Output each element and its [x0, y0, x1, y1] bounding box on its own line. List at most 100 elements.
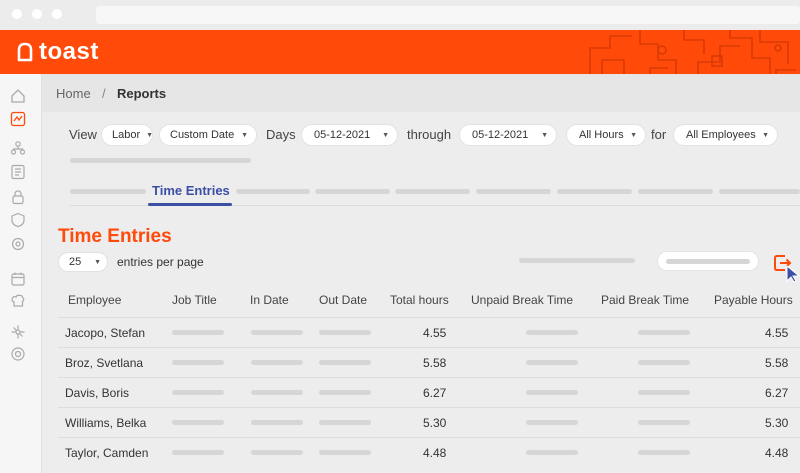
window-dot[interactable] [32, 9, 42, 19]
browser-chrome [0, 0, 800, 30]
breadcrumb: Home / Reports [42, 74, 800, 112]
tab-placeholder[interactable] [395, 189, 470, 194]
window-dot[interactable] [52, 9, 62, 19]
brand-name: toast [39, 38, 99, 65]
payable-hours: 4.48 [765, 446, 789, 460]
out-date-placeholder [319, 360, 371, 365]
job-title-placeholder [172, 360, 224, 365]
employee-name: Broz, Svetlana [65, 356, 144, 370]
tab-placeholder[interactable] [70, 189, 146, 194]
tab-placeholder[interactable] [315, 189, 390, 194]
payable-hours: 4.55 [765, 326, 789, 340]
end-date-select[interactable]: 05-12-2021 ▼ [459, 124, 557, 146]
tab-placeholder[interactable] [236, 189, 310, 194]
payable-hours: 5.30 [765, 416, 789, 430]
table-row[interactable]: Jacopo, Stefan 4.55 4.55 [58, 317, 800, 347]
column-header-payable-hours[interactable]: Payable Hours [714, 293, 793, 307]
column-header-total-hours[interactable]: Total hours [390, 293, 449, 307]
placeholder-bar [70, 158, 251, 163]
date-range-value: Custom Date [170, 129, 235, 141]
search-placeholder [666, 259, 750, 264]
for-label: for [651, 127, 667, 142]
employee-name: Jacopo, Stefan [65, 326, 146, 340]
unpaid-break-placeholder [526, 450, 578, 455]
employee-name: Davis, Boris [65, 386, 130, 400]
app-header: toast [0, 30, 800, 74]
employees-select[interactable]: All Employees ▼ [673, 124, 778, 146]
chef-icon[interactable] [10, 293, 26, 309]
paid-break-placeholder [638, 330, 690, 335]
payable-hours: 6.27 [765, 386, 789, 400]
breadcrumb-separator: / [102, 86, 106, 101]
in-date-placeholder [251, 330, 303, 335]
per-page-label: entries per page [117, 255, 204, 269]
total-hours: 5.30 [423, 416, 447, 430]
address-bar[interactable] [96, 6, 800, 24]
menu-icon[interactable] [10, 164, 26, 180]
column-header-job-title[interactable]: Job Title [172, 293, 217, 307]
calendar-icon[interactable] [10, 271, 26, 287]
unpaid-break-placeholder [526, 330, 578, 335]
out-date-placeholder [319, 450, 371, 455]
column-header-employee[interactable]: Employee [68, 293, 121, 307]
table-row[interactable]: Williams, Belka 5.30 5.30 [58, 407, 800, 437]
unpaid-break-placeholder [526, 420, 578, 425]
employee-name: Williams, Belka [65, 416, 147, 430]
payable-hours: 5.58 [765, 356, 789, 370]
view-select-value: Labor [112, 129, 141, 141]
home-icon[interactable] [10, 88, 26, 104]
job-title-placeholder [172, 330, 224, 335]
table-row[interactable]: Broz, Svetlana 5.58 5.58 [58, 347, 800, 377]
org-icon[interactable] [10, 140, 26, 156]
tab-placeholder[interactable] [557, 189, 632, 194]
reports-icon[interactable] [10, 111, 26, 127]
in-date-placeholder [251, 420, 303, 425]
search-input[interactable] [657, 251, 759, 271]
chevron-down-icon: ▼ [762, 131, 769, 139]
window-dot[interactable] [12, 9, 22, 19]
view-select[interactable]: Labor ▼ [101, 124, 153, 146]
start-date-select[interactable]: 05-12-2021 ▼ [301, 124, 398, 146]
per-page-select[interactable]: 25 ▼ [58, 252, 108, 272]
tab-placeholder[interactable] [476, 189, 551, 194]
tab-time-entries[interactable]: Time Entries [152, 183, 230, 198]
date-range-select[interactable]: Custom Date ▼ [159, 124, 257, 146]
total-hours: 4.55 [423, 326, 447, 340]
hours-select[interactable]: All Hours ▼ [566, 124, 646, 146]
support-icon[interactable] [10, 346, 26, 362]
column-header-out-date[interactable]: Out Date [319, 293, 367, 307]
column-header-in-date[interactable]: In Date [250, 293, 289, 307]
paid-break-placeholder [638, 450, 690, 455]
sidebar [0, 74, 42, 473]
tab-placeholder[interactable] [638, 189, 713, 194]
job-title-placeholder [172, 420, 224, 425]
out-date-placeholder [319, 390, 371, 395]
settings-icon[interactable] [10, 236, 26, 252]
network-icon[interactable] [10, 324, 26, 340]
toast-logo-icon [17, 42, 33, 62]
chevron-down-icon: ▼ [541, 131, 548, 139]
table-row[interactable]: Davis, Boris 6.27 6.27 [58, 377, 800, 407]
toast-logo[interactable]: toast [14, 37, 99, 67]
placeholder-bar [519, 258, 635, 263]
view-label: View [69, 127, 97, 142]
active-tab-indicator [148, 203, 232, 206]
breadcrumb-home[interactable]: Home [56, 86, 91, 101]
tab-placeholder[interactable] [719, 189, 800, 194]
column-header-unpaid-break[interactable]: Unpaid Break Time [471, 293, 573, 307]
table-row[interactable]: Taylor, Camden 4.48 4.48 [58, 437, 800, 467]
job-title-placeholder [172, 390, 224, 395]
lock-icon[interactable] [10, 189, 26, 205]
breadcrumb-current: Reports [117, 86, 167, 101]
end-date-value: 05-12-2021 [472, 129, 529, 141]
column-header-paid-break[interactable]: Paid Break Time [601, 293, 689, 307]
chevron-down-icon: ▼ [382, 131, 389, 139]
paid-break-placeholder [638, 360, 690, 365]
chevron-down-icon: ▼ [241, 131, 248, 139]
section-title: Time Entries [58, 226, 172, 247]
in-date-placeholder [251, 360, 303, 365]
shield-icon[interactable] [10, 212, 26, 228]
paid-break-placeholder [638, 420, 690, 425]
chevron-down-icon: ▼ [94, 258, 101, 266]
chevron-down-icon: ▼ [146, 131, 154, 139]
